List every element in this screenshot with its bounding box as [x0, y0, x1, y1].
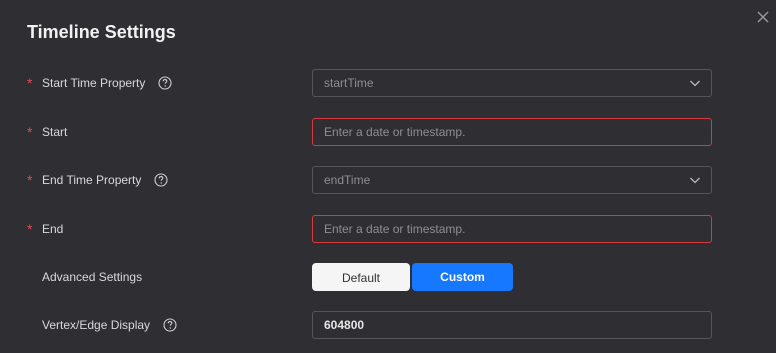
question-circle-icon[interactable] [158, 76, 172, 90]
advanced-settings-row: * Advanced Settings Default Custom [0, 263, 776, 291]
end-time-property-value: endTime [324, 173, 371, 187]
advanced-settings-toggle: Default Custom [312, 263, 513, 291]
vertex-edge-display-value: 604800 [324, 318, 365, 332]
timeline-settings-dialog: Timeline Settings * Start Time Property … [0, 0, 776, 353]
required-marker: * [27, 75, 33, 91]
dialog-title: Timeline Settings [27, 22, 176, 42]
advanced-settings-label: Advanced Settings [42, 270, 143, 284]
vertex-edge-display-input[interactable]: 604800 [312, 311, 712, 339]
start-time-property-value: startTime [324, 76, 374, 90]
close-icon[interactable] [754, 8, 772, 26]
vertex-edge-display-label: Vertex/Edge Display [42, 318, 151, 332]
end-label: End [42, 222, 64, 236]
chevron-down-icon[interactable] [689, 174, 701, 186]
start-time-property-select[interactable]: startTime [312, 69, 712, 97]
end-time-property-row: * End Time Property endTime [0, 166, 776, 194]
required-marker: * [27, 221, 33, 237]
end-input-wrapper [312, 215, 712, 243]
question-circle-icon[interactable] [154, 173, 168, 187]
start-row: * Start [0, 118, 776, 146]
end-time-property-select[interactable]: endTime [312, 166, 712, 194]
custom-option-button[interactable]: Custom [412, 263, 513, 291]
chevron-down-icon[interactable] [689, 77, 701, 89]
vertex-edge-display-row: * Vertex/Edge Display 604800 [0, 311, 776, 339]
question-circle-icon[interactable] [163, 318, 177, 332]
end-row: * End [0, 215, 776, 243]
required-marker: * [27, 124, 33, 140]
end-time-property-label: End Time Property [42, 173, 142, 187]
start-label: Start [42, 125, 68, 139]
start-input[interactable] [313, 119, 704, 145]
default-option-button[interactable]: Default [312, 263, 410, 291]
end-input[interactable] [313, 216, 704, 242]
start-time-property-label: Start Time Property [42, 76, 146, 90]
required-marker: * [27, 172, 33, 188]
start-time-property-row: * Start Time Property startTime [0, 69, 776, 97]
start-input-wrapper [312, 118, 712, 146]
